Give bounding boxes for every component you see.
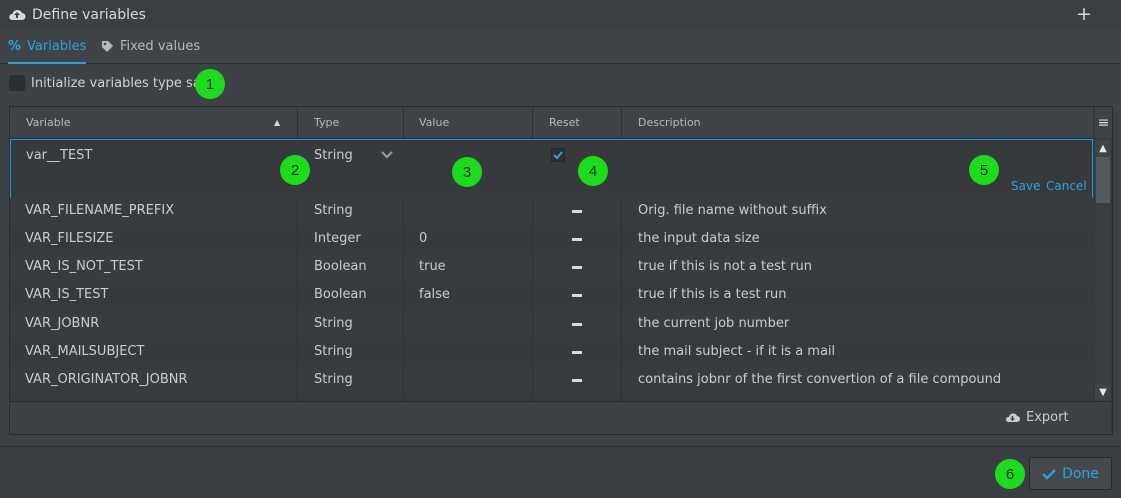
cell-variable: VAR_IS_NOT_TEST xyxy=(25,259,143,274)
edit-variable-name[interactable]: var__TEST xyxy=(26,148,92,163)
cell-type: String xyxy=(314,344,353,359)
init-variables-checkbox[interactable] xyxy=(9,75,25,91)
reset-dash-icon xyxy=(572,323,582,326)
cell-type: Boolean xyxy=(314,259,367,274)
cell-description: the input data size xyxy=(638,231,760,246)
sort-asc-icon[interactable]: ▲ xyxy=(274,118,280,127)
dialog-footer: 6 Done xyxy=(0,446,1121,498)
cell-variable: VAR_FILESIZE xyxy=(25,231,114,246)
export-button[interactable]: Export xyxy=(1005,410,1069,425)
callout-badge-3: 3 xyxy=(452,157,482,187)
table-row[interactable]: VAR_MAILSUBJECT String the mail subject … xyxy=(10,338,1093,367)
cell-description: Orig. file name without suffix xyxy=(638,203,827,218)
cell-value: true xyxy=(419,259,446,274)
tab-variables[interactable]: % Variables xyxy=(8,31,87,64)
grid-footer: Export xyxy=(10,401,1111,434)
cell-type: String xyxy=(314,316,353,331)
cell-description: contains jobnr of the first convertion o… xyxy=(638,372,1002,387)
cloud-upload-icon xyxy=(9,9,26,20)
col-header-reset[interactable]: Reset xyxy=(549,107,580,138)
callout-badge-2: 2 xyxy=(280,155,310,185)
cell-description: the current job number xyxy=(638,316,790,331)
grid-body: VAR_FILENAME_PREFIX String Orig. file na… xyxy=(10,198,1093,401)
cell-type: Integer xyxy=(314,231,361,246)
edit-type-select[interactable]: String xyxy=(314,148,353,163)
table-row[interactable]: VAR_ORIGINATOR_JOBNR String contains job… xyxy=(10,366,1093,395)
edit-row: var__TEST String Save Cancel xyxy=(10,139,1093,201)
table-row[interactable] xyxy=(10,394,1093,401)
variables-grid: Variable ▲ Type Value Reset Description … xyxy=(9,106,1113,435)
tab-fixed-values[interactable]: Fixed values xyxy=(101,31,200,62)
checkmark-icon xyxy=(553,151,563,160)
edit-reset-checkbox[interactable] xyxy=(551,148,565,162)
cell-variable: VAR_ORIGINATOR_JOBNR xyxy=(25,372,188,387)
callout-badge-1: 1 xyxy=(195,69,225,99)
percent-icon: % xyxy=(8,39,22,54)
col-header-variable[interactable]: Variable xyxy=(26,107,71,138)
table-row[interactable]: VAR_IS_NOT_TEST Boolean true true if thi… xyxy=(10,254,1093,283)
cell-type: String xyxy=(314,203,353,218)
reset-dash-icon xyxy=(572,210,582,213)
cell-variable: VAR_FILENAME_PREFIX xyxy=(25,203,175,218)
grid-header: Variable ▲ Type Value Reset Description xyxy=(10,107,1093,139)
chevron-down-icon[interactable] xyxy=(381,151,393,159)
reset-dash-icon xyxy=(572,379,582,382)
cell-value: false xyxy=(419,287,450,302)
callout-badge-6: 6 xyxy=(995,459,1025,489)
cell-type: String xyxy=(314,372,353,387)
table-row[interactable]: VAR_IS_TEST Boolean false true if this i… xyxy=(10,282,1093,311)
init-variables-label: Initialize variables type save xyxy=(31,75,217,91)
cell-value: 0 xyxy=(419,231,428,246)
cell-description: true if this is a test run xyxy=(638,287,787,302)
callout-badge-4: 4 xyxy=(578,156,608,186)
export-label: Export xyxy=(1026,410,1069,425)
scroll-up-icon[interactable]: ▲ xyxy=(1095,140,1111,156)
reset-dash-icon xyxy=(572,351,582,354)
save-link[interactable]: Save xyxy=(1011,179,1040,193)
scroll-down-icon[interactable]: ▼ xyxy=(1095,384,1111,400)
checkmark-icon xyxy=(1042,468,1056,480)
reset-dash-icon xyxy=(572,238,582,241)
cell-variable: VAR_JOBNR xyxy=(25,316,100,331)
cell-variable: VAR_MAILSUBJECT xyxy=(25,344,145,359)
col-header-value[interactable]: Value xyxy=(419,107,449,138)
column-menu-icon[interactable]: ≡ xyxy=(1095,107,1112,138)
tag-icon xyxy=(102,41,113,52)
init-variables-row[interactable]: Initialize variables type save xyxy=(9,75,217,91)
add-icon[interactable]: + xyxy=(1076,3,1092,25)
tab-bar: % Variables Fixed values xyxy=(0,31,1121,64)
tab-fixed-values-label: Fixed values xyxy=(120,39,201,54)
window-titlebar: Define variables + xyxy=(0,0,1121,32)
cell-type: Boolean xyxy=(314,287,367,302)
done-label: Done xyxy=(1062,465,1099,482)
cloud-download-icon xyxy=(1005,412,1020,422)
callout-badge-5: 5 xyxy=(969,155,999,185)
reset-dash-icon xyxy=(572,266,582,269)
done-button[interactable]: Done xyxy=(1029,457,1112,490)
cell-description: true if this is not a test run xyxy=(638,259,812,274)
cell-variable: VAR_IS_TEST xyxy=(25,287,109,302)
col-header-type[interactable]: Type xyxy=(314,107,339,138)
cell-description: the mail subject - if it is a mail xyxy=(638,344,836,359)
window-title: Define variables xyxy=(32,7,146,23)
scrollbar-thumb[interactable] xyxy=(1096,157,1110,203)
tab-variables-label: Variables xyxy=(27,39,87,54)
table-row[interactable]: VAR_FILESIZE Integer 0 the input data si… xyxy=(10,226,1093,255)
table-row[interactable]: VAR_JOBNR String the current job number xyxy=(10,310,1093,339)
cancel-link[interactable]: Cancel xyxy=(1046,179,1087,193)
reset-dash-icon xyxy=(572,294,582,297)
col-header-description[interactable]: Description xyxy=(638,107,701,138)
table-row[interactable]: VAR_FILENAME_PREFIX String Orig. file na… xyxy=(10,198,1093,227)
